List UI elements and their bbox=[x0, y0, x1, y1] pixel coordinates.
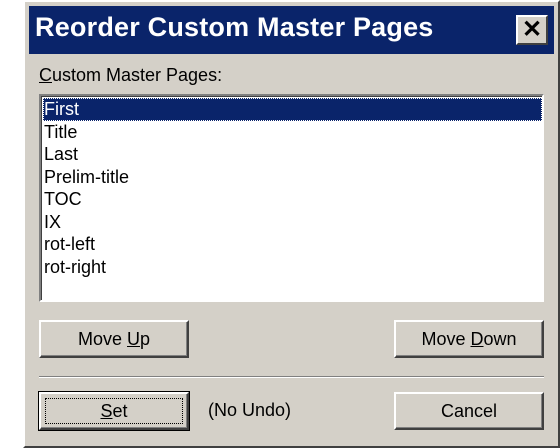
set-button[interactable]: Set bbox=[38, 391, 190, 431]
separator bbox=[39, 376, 544, 378]
no-undo-note: (No Undo) bbox=[208, 400, 292, 420]
move-down-accelerator: D bbox=[470, 328, 484, 349]
move-down-pre: Move bbox=[421, 328, 471, 349]
cancel-label: Cancel bbox=[440, 400, 498, 421]
list-item-rot-right[interactable]: rot-right bbox=[43, 256, 542, 279]
reorder-master-pages-dialog: Reorder Custom Master Pages ✕ Custom Mas… bbox=[23, 0, 560, 448]
master-pages-listbox[interactable]: First Title Last Prelim-title TOC IX rot… bbox=[39, 94, 544, 302]
move-up-accelerator: U bbox=[127, 328, 140, 349]
list-item-rot-left[interactable]: rot-left bbox=[43, 233, 542, 256]
set-post: et bbox=[112, 400, 128, 421]
list-item-title[interactable]: Title bbox=[43, 121, 542, 144]
list-item-last[interactable]: Last bbox=[43, 143, 542, 166]
move-up-button[interactable]: Move Up bbox=[39, 320, 189, 358]
list-item-ix[interactable]: IX bbox=[43, 211, 542, 234]
list-item-toc[interactable]: TOC bbox=[43, 188, 542, 211]
close-icon: ✕ bbox=[521, 16, 543, 43]
set-accelerator: S bbox=[100, 400, 113, 421]
move-down-post: own bbox=[483, 328, 517, 349]
label-accelerator: C bbox=[39, 65, 52, 85]
dialog-title: Reorder Custom Master Pages bbox=[35, 12, 434, 42]
title-bar[interactable]: Reorder Custom Master Pages ✕ bbox=[29, 6, 554, 54]
cancel-button[interactable]: Cancel bbox=[394, 392, 544, 430]
custom-master-pages-label: Custom Master Pages: bbox=[39, 65, 222, 86]
close-button[interactable]: ✕ bbox=[516, 15, 548, 45]
list-item-first[interactable]: First bbox=[43, 98, 542, 121]
move-up-pre: Move bbox=[77, 328, 127, 349]
label-text: ustom Master Pages: bbox=[52, 65, 223, 85]
move-down-button[interactable]: Move Down bbox=[394, 320, 544, 358]
list-item-prelim-title[interactable]: Prelim-title bbox=[43, 166, 542, 189]
move-up-post: p bbox=[140, 328, 151, 349]
